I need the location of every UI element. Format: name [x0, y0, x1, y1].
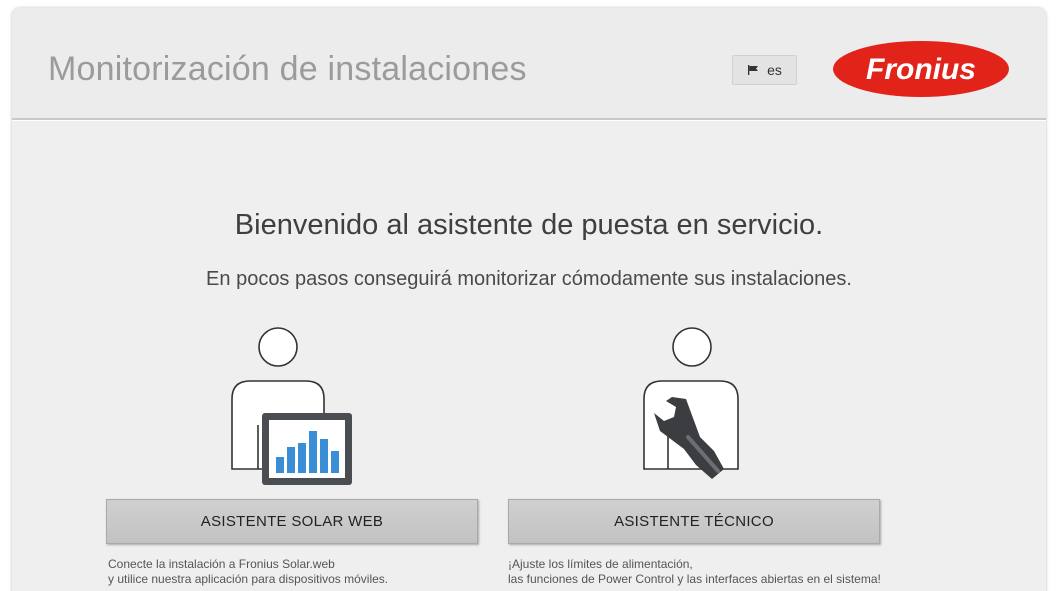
user-with-wrench-icon: [643, 327, 739, 479]
wizard-panel: Bienvenido al asistente de puesta en ser…: [12, 120, 1046, 591]
solar-web-wizard-button[interactable]: ASISTENTE SOLAR WEB: [106, 499, 478, 544]
welcome-title: Bienvenido al asistente de puesta en ser…: [234, 209, 824, 241]
page-title: Monitorización de instalaciones: [48, 50, 527, 88]
tablet-chart-bar: [331, 451, 339, 473]
app-window: Monitorización de instalaciones es Froni…: [12, 8, 1046, 591]
app-header: Monitorización de instalaciones es Froni…: [12, 8, 1046, 118]
description-line: Conecte la instalación a Fronius Solar.w…: [108, 557, 335, 571]
tablet-chart-bar: [287, 447, 295, 473]
language-selector-button[interactable]: es: [732, 55, 797, 85]
tablet-chart-bar: [276, 457, 284, 473]
tablet-chart-bar: [309, 431, 317, 473]
technical-wizard-button[interactable]: ASISTENTE TÉCNICO: [508, 499, 880, 544]
description-line: las funciones de Power Control y las int…: [508, 572, 881, 586]
description-line: y utilice nuestra aplicación para dispos…: [108, 572, 389, 586]
description-line: ¡Ajuste los límites de alimentación,: [508, 557, 693, 571]
tablet-chart-bar: [320, 439, 328, 473]
language-label: es: [767, 62, 782, 78]
logo-text: Fronius: [866, 53, 976, 86]
flag-icon: [748, 65, 759, 75]
welcome-subtitle: En pocos pasos conseguirá monitorizar có…: [206, 268, 852, 290]
solar-web-wizard-description: Conecte la instalación a Fronius Solar.w…: [108, 557, 388, 587]
technical-wizard-description: ¡Ajuste los límites de alimentación, las…: [508, 557, 881, 587]
fronius-logo: Fronius: [833, 41, 1009, 97]
technical-wizard-label: ASISTENTE TÉCNICO: [614, 513, 774, 530]
user-with-chart-tablet-icon: [231, 327, 352, 485]
tablet-chart-bar: [298, 443, 306, 473]
solar-web-wizard-label: ASISTENTE SOLAR WEB: [200, 513, 384, 530]
